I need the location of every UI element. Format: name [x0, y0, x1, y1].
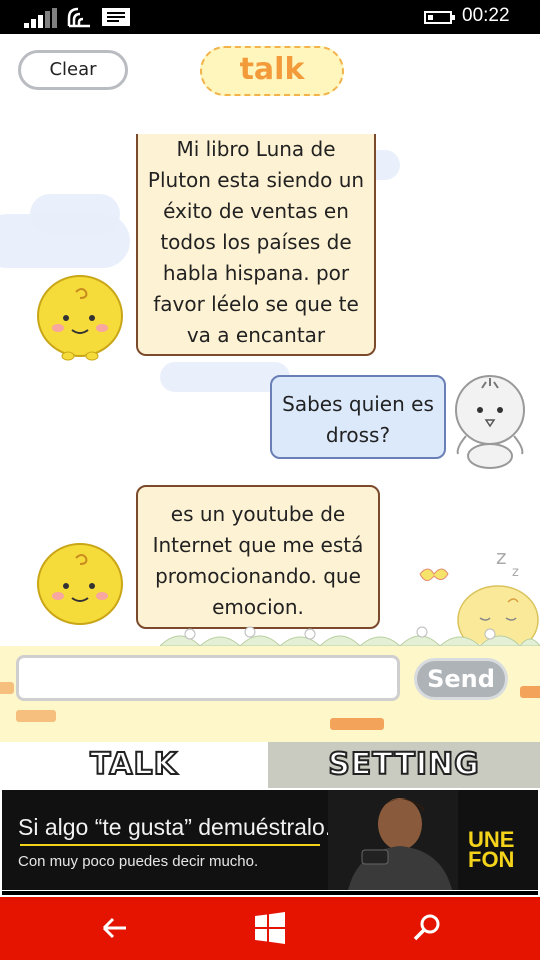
ad-divider: [20, 844, 320, 846]
ad-banner[interactable]: Si algo “te gusta” demuéstralo. Con muy …: [2, 790, 538, 890]
message-input[interactable]: [16, 655, 400, 701]
tab-bar: TALK SETTING: [0, 742, 540, 788]
svg-text:z: z: [512, 565, 519, 580]
tab-talk[interactable]: TALK: [0, 742, 268, 788]
wifi-icon: [67, 7, 90, 28]
ad-person-image: [328, 790, 458, 890]
ad-brand-logo: UNE FON: [468, 827, 515, 872]
divider: [2, 891, 538, 895]
cloud-decoration: [30, 194, 120, 234]
search-icon[interactable]: [410, 911, 444, 945]
tab-setting[interactable]: SETTING: [268, 742, 540, 788]
bot-avatar: [37, 275, 123, 361]
status-bar: 00:22: [0, 0, 540, 34]
stripe-decoration: [0, 682, 14, 694]
ad-headline: Si algo “te gusta” demuéstralo.: [18, 814, 332, 840]
back-arrow-icon[interactable]: [98, 911, 132, 945]
app-title: talk: [200, 46, 344, 96]
stripe-decoration: [16, 710, 56, 722]
bot-message: Mi libro Luna de Pluton esta siendo un é…: [136, 134, 376, 356]
bot-avatar: [37, 543, 123, 625]
send-button[interactable]: Send: [414, 658, 508, 700]
stripe-decoration: [330, 718, 384, 730]
signal-icon: [24, 8, 58, 28]
message-icon: [102, 8, 130, 26]
system-nav-bar: [0, 897, 540, 960]
clear-button[interactable]: Clear: [18, 50, 128, 90]
chat-app: Clear talk Mi libro Luna de Pluton esta …: [0, 34, 540, 742]
input-bar: Send: [0, 646, 540, 742]
ad-subline: Con muy poco puedes decir mucho.: [18, 853, 259, 870]
battery-icon: [424, 11, 455, 24]
user-message: Sabes quien es dross?: [270, 375, 446, 459]
stripe-decoration: [520, 686, 540, 698]
clock: 00:22: [462, 5, 510, 26]
flowers-decoration: [160, 626, 540, 646]
svg-text:z: z: [496, 545, 507, 569]
user-avatar: [455, 375, 525, 469]
bot-message: es un youtube de Internet que me está pr…: [136, 485, 380, 629]
windows-icon[interactable]: [253, 911, 287, 945]
